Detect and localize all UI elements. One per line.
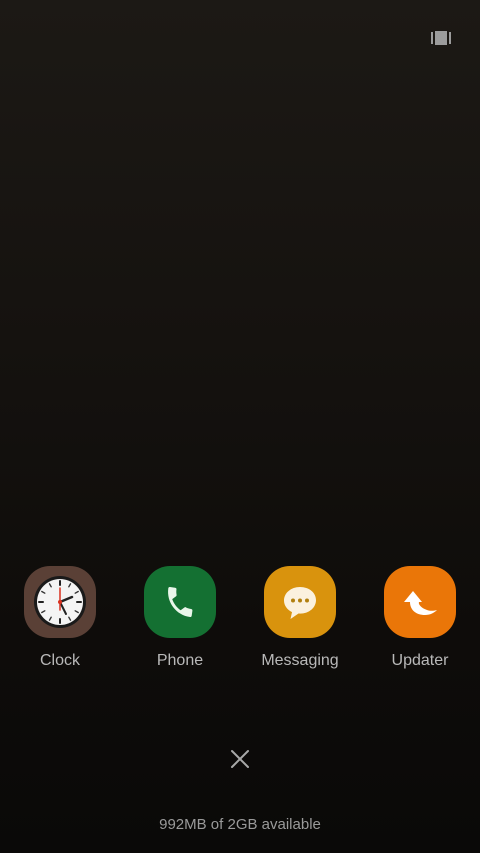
app-label: Updater	[391, 652, 449, 669]
phone-icon	[168, 586, 193, 618]
app-label: Clock	[39, 652, 80, 669]
recent-app-messaging[interactable]: Messaging	[240, 566, 360, 670]
close-icon	[231, 750, 249, 768]
memory-status: 992MB of 2GB available	[159, 816, 321, 833]
card-view-icon	[431, 31, 451, 45]
app-icon-tile	[24, 566, 96, 638]
recent-apps-row: Clock Phone Messaging Updater	[0, 566, 480, 686]
app-icon-tile	[264, 566, 336, 638]
app-label: Phone	[156, 652, 204, 669]
recent-app-updater[interactable]: Updater	[360, 566, 480, 670]
view-toggle-button[interactable]	[428, 28, 454, 48]
updater-arrow-icon	[404, 591, 437, 615]
close-all-button[interactable]	[222, 741, 258, 777]
app-icon-tile	[144, 566, 216, 638]
app-icon-tile	[384, 566, 456, 638]
app-label: Messaging	[261, 652, 339, 669]
message-bubble-icon	[284, 587, 316, 619]
recent-app-clock[interactable]: Clock	[0, 566, 120, 670]
recent-app-phone[interactable]: Phone	[120, 566, 240, 670]
clock-icon	[34, 576, 86, 628]
